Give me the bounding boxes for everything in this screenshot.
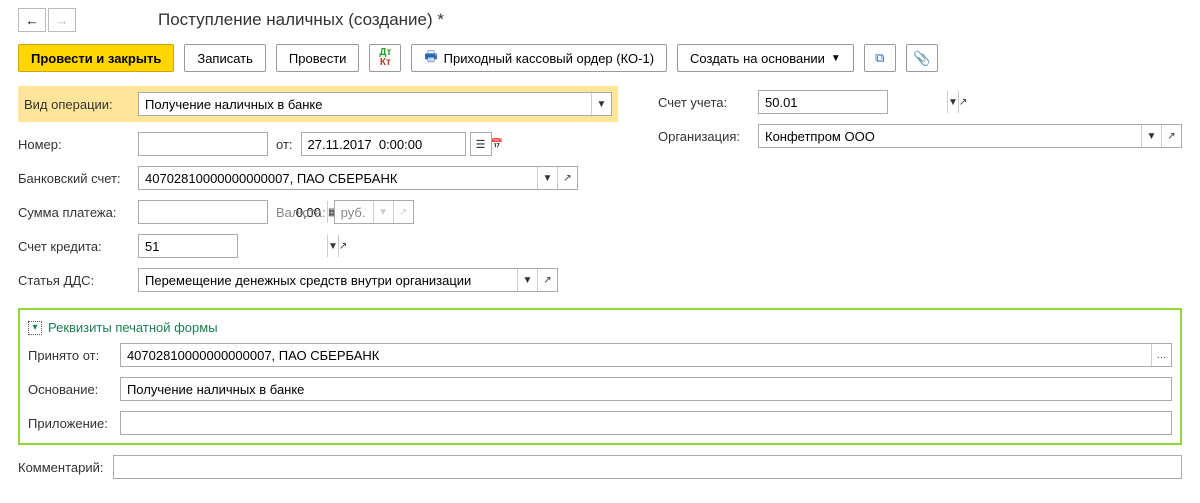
accepted-from-ellipsis[interactable]: … — [1151, 344, 1171, 366]
account-dropdown[interactable]: ▼ — [947, 91, 958, 113]
credit-account-dropdown[interactable]: ▼ — [327, 235, 338, 257]
dds-label: Статья ДДС: — [18, 273, 138, 288]
currency-value: руб. — [335, 201, 373, 223]
create-based-on-label: Создать на основании — [690, 51, 825, 66]
dds-dropdown[interactable]: ▼ — [517, 269, 537, 291]
payment-sum-label: Сумма платежа: — [18, 205, 138, 220]
debit-credit-button[interactable]: ДтКт — [369, 44, 401, 72]
bank-account-label: Банковский счет: — [18, 171, 138, 186]
from-label: от: — [276, 137, 293, 152]
print-order-button[interactable]: 🖶 Приходный кассовый ордер (КО-1) — [411, 44, 667, 72]
nav-forward-button: → — [48, 8, 76, 32]
attachment-label: Приложение: — [28, 416, 120, 431]
post-button[interactable]: Провести — [276, 44, 360, 72]
comment-input[interactable] — [114, 456, 1181, 478]
nav-back-button[interactable]: ← — [18, 8, 46, 32]
attachment-input[interactable] — [121, 412, 1171, 434]
organization-label: Организация: — [658, 129, 758, 144]
print-form-section-label: Реквизиты печатной формы — [48, 320, 218, 335]
comment-label: Комментарий: — [18, 460, 113, 475]
accepted-from-label: Принято от: — [28, 348, 120, 363]
basis-input[interactable] — [121, 378, 1171, 400]
date-input[interactable] — [302, 133, 490, 155]
calendar-icon[interactable]: 📅 — [490, 133, 503, 155]
credit-account-open-icon[interactable]: ↗ — [338, 235, 347, 257]
printer-icon: 🖶 — [424, 46, 437, 70]
print-form-section-toggle[interactable]: ▾ Реквизиты печатной формы — [28, 320, 218, 335]
number-label: Номер: — [18, 137, 138, 152]
number-input[interactable] — [139, 133, 327, 155]
related-icon: ⧉ — [875, 50, 884, 66]
account-input[interactable] — [759, 91, 947, 113]
debit-credit-icon: ДтКт — [379, 48, 391, 68]
organization-dropdown[interactable]: ▼ — [1141, 125, 1161, 147]
attachments-button[interactable]: 📎 — [906, 44, 938, 72]
dds-open-icon[interactable]: ↗ — [537, 269, 557, 291]
post-and-close-button[interactable]: Провести и закрыть — [18, 44, 174, 72]
organization-open-icon[interactable]: ↗ — [1161, 125, 1181, 147]
bank-account-input[interactable] — [139, 167, 537, 189]
save-button[interactable]: Записать — [184, 44, 266, 72]
currency-dropdown[interactable]: ▼ — [373, 201, 393, 223]
create-based-on-button[interactable]: Создать на основании ▼ — [677, 44, 854, 72]
chevron-down-icon: ▼ — [831, 53, 841, 64]
page-title: Поступление наличных (создание) * — [158, 10, 444, 30]
account-open-icon[interactable]: ↗ — [958, 91, 967, 113]
bank-account-dropdown[interactable]: ▼ — [537, 167, 557, 189]
organization-input[interactable] — [759, 125, 1141, 147]
currency-label: Валюта: — [276, 205, 326, 220]
dds-input[interactable] — [139, 269, 517, 291]
date-extra-button[interactable]: ☰ — [470, 132, 492, 156]
accepted-from-input[interactable] — [121, 344, 1151, 366]
chevron-down-icon: ▾ — [28, 321, 42, 335]
bank-account-open-icon[interactable]: ↗ — [557, 167, 577, 189]
related-docs-button[interactable]: ⧉ — [864, 44, 896, 72]
operation-type-input[interactable] — [139, 93, 591, 115]
currency-open-icon[interactable]: ↗ — [393, 201, 413, 223]
operation-type-label: Вид операции: — [24, 97, 138, 112]
account-label: Счет учета: — [658, 95, 758, 110]
paperclip-icon: 📎 — [913, 50, 930, 67]
basis-label: Основание: — [28, 382, 120, 397]
operation-type-dropdown[interactable]: ▼ — [591, 93, 611, 115]
credit-account-label: Счет кредита: — [18, 239, 138, 254]
print-order-label: Приходный кассовый ордер (КО-1) — [444, 51, 654, 66]
credit-account-input[interactable] — [139, 235, 327, 257]
